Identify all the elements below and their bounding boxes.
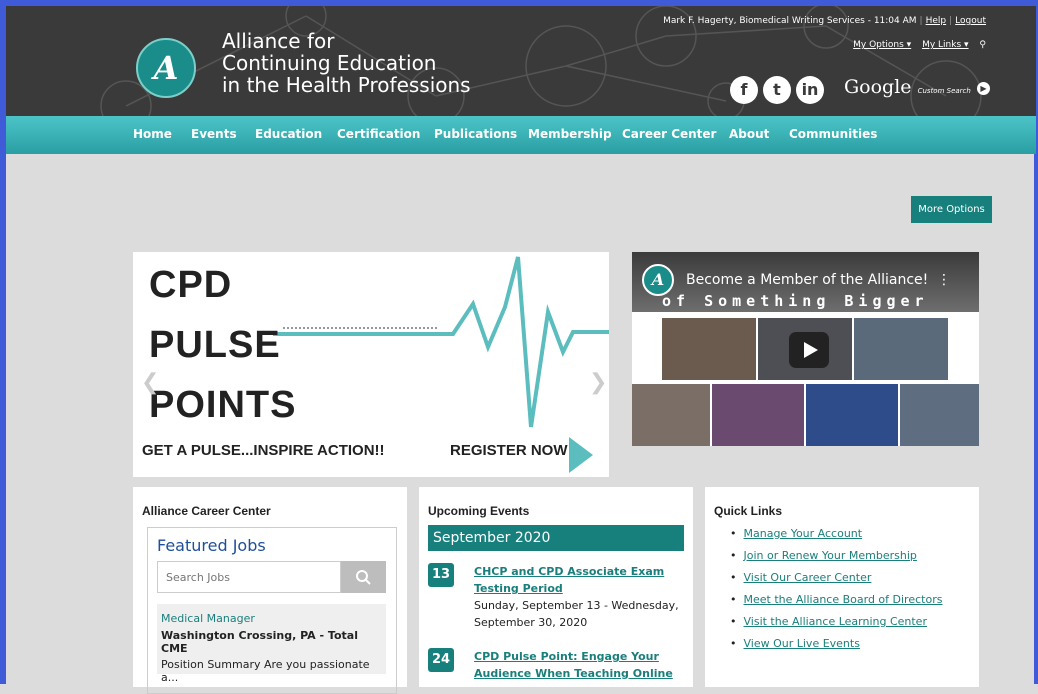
quick-link-manage-account[interactable]: Manage Your Account bbox=[744, 527, 863, 540]
banner-tagline: GET A PULSE...INSPIRE ACTION!! bbox=[142, 442, 385, 459]
event-day-badge: 24 bbox=[428, 648, 454, 672]
photo-3 bbox=[854, 318, 948, 380]
google-label: Google bbox=[844, 76, 912, 98]
search-jobs-input[interactable] bbox=[157, 561, 341, 593]
help-link[interactable]: Help bbox=[926, 16, 947, 26]
event-day-badge: 13 bbox=[428, 563, 454, 587]
month-header: September 2020 bbox=[428, 525, 684, 551]
nav-about[interactable]: About bbox=[729, 127, 769, 141]
video-subtitle: of Something Bigger bbox=[662, 292, 929, 310]
carousel-next-icon[interactable]: ❯ bbox=[589, 370, 607, 395]
list-item: View Our Live Events bbox=[730, 637, 942, 650]
nav-events[interactable]: Events bbox=[191, 127, 237, 141]
magnifier-icon bbox=[356, 570, 371, 585]
social-links: f t in bbox=[730, 76, 824, 104]
alliance-logo[interactable]: A bbox=[136, 38, 196, 98]
banner-line1: CPD bbox=[149, 264, 233, 306]
quick-link-live-events[interactable]: View Our Live Events bbox=[744, 637, 860, 650]
upcoming-events-card: Upcoming Events September 2020 13 CHCP a… bbox=[419, 487, 693, 687]
org-name[interactable]: Alliance for Continuing Education in the… bbox=[222, 30, 471, 96]
banner-line3: POINTS bbox=[149, 384, 297, 426]
job-summary: Position Summary Are you passionate a... bbox=[161, 658, 370, 684]
video-embed[interactable]: A Become a Member of the Alliance! of So… bbox=[632, 252, 979, 446]
list-item: Visit the Alliance Learning Center bbox=[730, 615, 942, 628]
career-center-card: Alliance Career Center Featured Jobs Med… bbox=[133, 487, 407, 694]
carousel-prev-icon[interactable]: ❮ bbox=[141, 370, 159, 395]
photo-5 bbox=[712, 384, 804, 446]
options-bar: My Options ▾ My Links ▾ ⚲ bbox=[845, 40, 986, 50]
quick-link-career-center[interactable]: Visit Our Career Center bbox=[744, 571, 872, 584]
quick-link-learning-center[interactable]: Visit the Alliance Learning Center bbox=[744, 615, 927, 628]
list-item: Visit Our Career Center bbox=[730, 571, 942, 584]
logout-link[interactable]: Logout bbox=[955, 16, 986, 26]
org-name-line3: in the Health Professions bbox=[222, 73, 471, 97]
cpd-pulse-points-banner[interactable]: CPD PULSE POINTS GET A PULSE...INSPIRE A… bbox=[133, 252, 609, 477]
nav-education[interactable]: Education bbox=[255, 127, 322, 141]
quick-links-list: Manage Your Account Join or Renew Your M… bbox=[730, 527, 943, 659]
google-custom-search[interactable]: Google Custom Search ▶ bbox=[844, 76, 990, 98]
nav-communities[interactable]: Communities bbox=[789, 127, 877, 141]
upcoming-events-heading: Upcoming Events bbox=[428, 504, 530, 518]
event-title-link[interactable]: CHCP and CPD Associate Exam Testing Peri… bbox=[474, 563, 684, 597]
more-vert-icon[interactable]: ⋮ bbox=[937, 272, 951, 288]
my-links-menu[interactable]: My Links ▾ bbox=[922, 40, 968, 50]
facebook-icon[interactable]: f bbox=[730, 76, 758, 104]
register-now-link[interactable]: REGISTER NOW bbox=[450, 442, 568, 459]
twitter-icon[interactable]: t bbox=[763, 76, 791, 104]
nav-career-center[interactable]: Career Center bbox=[622, 127, 716, 141]
main-nav: Home Events Education Certification Publ… bbox=[6, 116, 1036, 154]
photo-7 bbox=[900, 384, 979, 446]
quick-links-card: Quick Links Manage Your Account Join or … bbox=[705, 487, 979, 687]
list-item: Join or Renew Your Membership bbox=[730, 549, 942, 562]
quick-links-heading: Quick Links bbox=[714, 504, 783, 518]
nav-publications[interactable]: Publications bbox=[434, 127, 517, 141]
featured-jobs-title: Featured Jobs bbox=[157, 536, 266, 555]
nav-membership[interactable]: Membership bbox=[528, 127, 612, 141]
list-item: Manage Your Account bbox=[730, 527, 942, 540]
event-dates: Sunday, September 13 - Wednesday, Septem… bbox=[474, 599, 679, 629]
user-info: Mark F. Hagerty, Biomedical Writing Serv… bbox=[663, 16, 917, 26]
custom-search-label: Custom Search bbox=[917, 87, 971, 95]
quick-link-join-renew[interactable]: Join or Renew Your Membership bbox=[744, 549, 917, 562]
org-name-line2: Continuing Education bbox=[222, 51, 437, 75]
photo-6 bbox=[806, 384, 898, 446]
video-title[interactable]: Become a Member of the Alliance! bbox=[686, 272, 928, 288]
job-listing[interactable]: Medical Manager Washington Crossing, PA … bbox=[157, 604, 386, 684]
more-options-button[interactable]: More Options bbox=[911, 196, 992, 223]
user-info-bar: Mark F. Hagerty, Biomedical Writing Serv… bbox=[663, 16, 986, 26]
play-button-icon[interactable] bbox=[789, 332, 829, 368]
banner-line2: PULSE bbox=[149, 324, 281, 366]
photo-4 bbox=[632, 384, 710, 446]
featured-jobs-box: Featured Jobs Medical Manager Washington… bbox=[147, 527, 397, 694]
event-title-link[interactable]: CPD Pulse Point: Engage Your Audience Wh… bbox=[474, 648, 684, 682]
quick-link-board[interactable]: Meet the Alliance Board of Directors bbox=[744, 593, 943, 606]
nav-certification[interactable]: Certification bbox=[337, 127, 420, 141]
search-go-icon[interactable]: ▶ bbox=[976, 82, 990, 95]
search-icon[interactable]: ⚲ bbox=[979, 40, 986, 50]
photo-1 bbox=[662, 318, 756, 380]
job-location: Washington Crossing, PA - Total CME bbox=[161, 629, 358, 655]
job-title-link[interactable]: Medical Manager bbox=[161, 612, 255, 625]
nav-home[interactable]: Home bbox=[133, 127, 172, 141]
career-center-heading: Alliance Career Center bbox=[142, 504, 271, 518]
linkedin-icon[interactable]: in bbox=[796, 76, 824, 104]
my-options-menu[interactable]: My Options ▾ bbox=[853, 40, 911, 50]
site-header: A Alliance for Continuing Education in t… bbox=[6, 6, 1036, 116]
org-name-line1: Alliance for bbox=[222, 29, 335, 53]
search-jobs-button[interactable] bbox=[341, 561, 386, 593]
list-item: Meet the Alliance Board of Directors bbox=[730, 593, 943, 606]
